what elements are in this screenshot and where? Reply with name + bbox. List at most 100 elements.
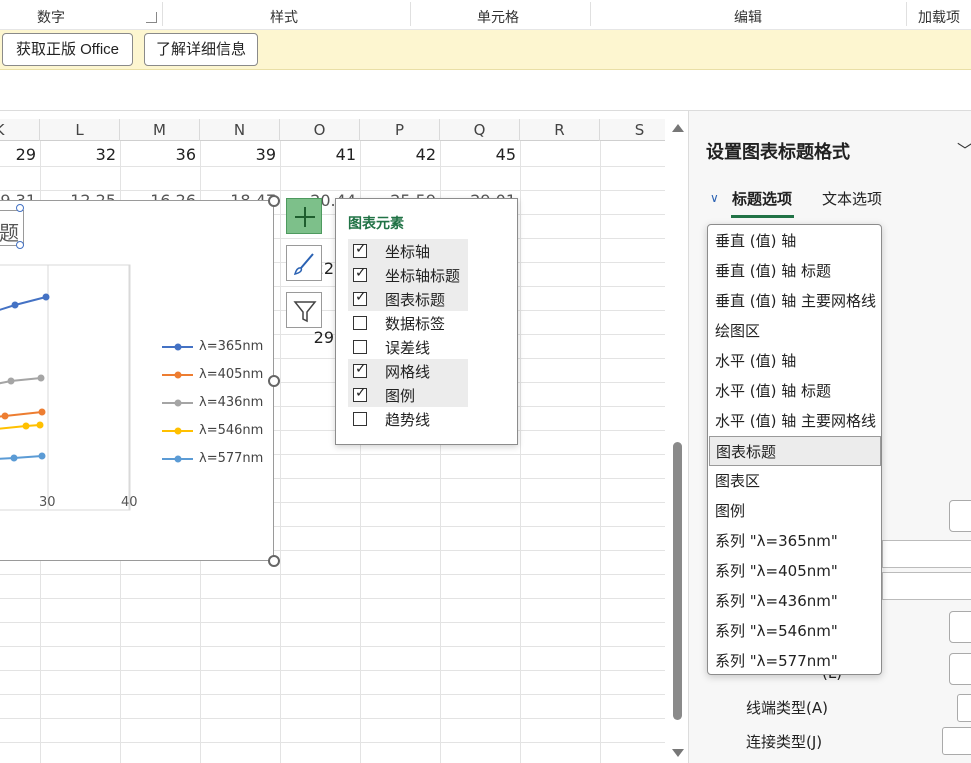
paintbrush-icon: [293, 253, 314, 276]
checkbox-unchecked-icon[interactable]: [353, 316, 367, 330]
icon-button[interactable]: [949, 500, 971, 532]
chart-element-label: 误差线: [385, 339, 431, 357]
legend-label: λ=546nm: [199, 423, 264, 438]
learn-more-button[interactable]: 了解详细信息: [144, 33, 258, 66]
chart-element-gridlines[interactable]: ✓ 网格线: [348, 359, 468, 383]
dropdown-item[interactable]: 水平 (值) 轴 主要网格线: [709, 406, 881, 436]
dropdown-item[interactable]: 垂直 (值) 轴 主要网格线: [709, 286, 881, 316]
row-line: [0, 742, 665, 743]
get-genuine-office-button[interactable]: 获取正版 Office: [2, 33, 133, 66]
data-point: [7, 377, 15, 385]
dash-type-button[interactable]: [949, 653, 971, 685]
chevron-down-icon[interactable]: ﹀: [957, 137, 971, 161]
formula-bar[interactable]: [0, 71, 971, 111]
chart-filters-button[interactable]: [286, 292, 322, 328]
data-point: [11, 301, 19, 309]
scroll-up-arrow-icon[interactable]: [672, 124, 684, 132]
chart-element-legend[interactable]: ✓ 图例: [348, 383, 468, 407]
cell-value[interactable]: 39: [202, 145, 276, 164]
checkbox-unchecked-icon[interactable]: [353, 340, 367, 354]
column-line: [520, 141, 521, 763]
cap-type-select[interactable]: [957, 694, 971, 722]
dropdown-item[interactable]: 图例: [709, 496, 881, 526]
chart-element-data-labels[interactable]: 数据标签: [348, 311, 468, 335]
dropdown-item[interactable]: 垂直 (值) 轴 标题: [709, 256, 881, 286]
cell-value[interactable]: 32: [42, 145, 116, 164]
scroll-down-arrow-icon[interactable]: [672, 749, 684, 757]
chart-elements-button[interactable]: [286, 198, 322, 234]
column-header-s[interactable]: S: [600, 119, 665, 141]
column-header-m[interactable]: M: [120, 119, 200, 141]
column-header-o[interactable]: O: [280, 119, 360, 141]
column-header-l[interactable]: L: [40, 119, 120, 141]
x-tick-label: 40: [121, 495, 138, 510]
embedded-chart[interactable]: 题 30 40 λ=365nm λ=405nm λ=436nm λ=546nm …: [0, 200, 274, 561]
dropdown-item[interactable]: 系列 "λ=365nm": [709, 526, 881, 556]
chart-resize-handle[interactable]: [268, 195, 280, 207]
dropdown-item[interactable]: 绘图区: [709, 316, 881, 346]
chart-element-axis-titles[interactable]: ✓ 坐标轴标题: [348, 263, 468, 287]
checkbox-checked-icon[interactable]: ✓: [353, 361, 367, 378]
row-line: [0, 622, 665, 623]
compound-type-button[interactable]: [949, 611, 971, 643]
dropdown-item[interactable]: 垂直 (值) 轴: [709, 226, 881, 256]
join-type-select[interactable]: [942, 727, 971, 755]
dropdown-item-selected[interactable]: 图表标题: [709, 436, 881, 466]
chart-element-error-bars[interactable]: 误差线: [348, 335, 468, 359]
ribbon-separator: [590, 2, 591, 26]
column-header-r[interactable]: R: [520, 119, 600, 141]
chart-element-label: 图例: [385, 387, 416, 405]
chart-styles-button[interactable]: [286, 245, 322, 281]
chart-element-trendline[interactable]: 趋势线: [348, 407, 468, 431]
active-tab-indicator: [731, 215, 794, 218]
checkbox-checked-icon[interactable]: ✓: [353, 265, 367, 282]
ribbon-group-cells: 单元格: [477, 10, 519, 26]
tab-title-options[interactable]: 标题选项: [732, 188, 792, 209]
cell-value[interactable]: 41: [282, 145, 356, 164]
input-field[interactable]: [882, 572, 971, 600]
plot-area: [0, 264, 131, 511]
column-line: [280, 141, 281, 763]
chart-resize-handle[interactable]: [268, 555, 280, 567]
checkbox-checked-icon[interactable]: ✓: [353, 385, 367, 402]
dropdown-item[interactable]: 系列 "λ=436nm": [709, 586, 881, 616]
column-header-p[interactable]: P: [360, 119, 440, 141]
chart-element-dropdown[interactable]: 垂直 (值) 轴 垂直 (值) 轴 标题 垂直 (值) 轴 主要网格线 绘图区 …: [707, 224, 882, 675]
vertical-scrollbar[interactable]: [668, 120, 688, 763]
ribbon-group-labels: 数字 样式 单元格 编辑 加载项: [0, 0, 971, 30]
column-header-n[interactable]: N: [200, 119, 280, 141]
checkbox-checked-icon[interactable]: ✓: [353, 289, 367, 306]
chevron-down-icon[interactable]: ∨: [710, 191, 719, 205]
row-line: [0, 670, 665, 671]
chart-element-label: 图表标题: [385, 291, 446, 309]
chart-element-axes[interactable]: ✓ 坐标轴: [348, 239, 468, 263]
cell-value[interactable]: 36: [122, 145, 196, 164]
chart-resize-handle[interactable]: [268, 375, 280, 387]
join-type-label: 连接类型(J): [746, 733, 823, 751]
scrollbar-thumb[interactable]: [673, 442, 682, 720]
chart-element-chart-title[interactable]: ✓ 图表标题: [348, 287, 468, 311]
data-point: [42, 293, 50, 301]
cell-value[interactable]: 29: [0, 145, 36, 164]
column-header-k[interactable]: K: [0, 119, 40, 141]
checkbox-unchecked-icon[interactable]: [353, 412, 367, 426]
dropdown-item[interactable]: 系列 "λ=405nm": [709, 556, 881, 586]
number-dialog-launcher-icon[interactable]: [146, 12, 157, 23]
dropdown-item[interactable]: 系列 "λ=546nm": [709, 616, 881, 646]
cell-value[interactable]: 42: [362, 145, 436, 164]
dropdown-item[interactable]: 水平 (值) 轴: [709, 346, 881, 376]
title-resize-handle[interactable]: [16, 241, 24, 249]
ribbon-group-styles: 样式: [270, 10, 298, 26]
tab-text-options[interactable]: 文本选项: [822, 188, 882, 209]
checkbox-checked-icon[interactable]: ✓: [353, 241, 367, 258]
dropdown-item[interactable]: 水平 (值) 轴 标题: [709, 376, 881, 406]
ribbon-separator: [906, 2, 907, 26]
column-header-q[interactable]: Q: [440, 119, 520, 141]
dropdown-item[interactable]: 图表区: [709, 466, 881, 496]
cell-value[interactable]: 45: [442, 145, 516, 164]
input-field[interactable]: [882, 540, 971, 568]
dropdown-item[interactable]: 系列 "λ=577nm": [709, 646, 881, 676]
title-resize-handle[interactable]: [16, 204, 24, 212]
data-point: [38, 452, 46, 460]
chart-element-label: 网格线: [385, 363, 431, 381]
